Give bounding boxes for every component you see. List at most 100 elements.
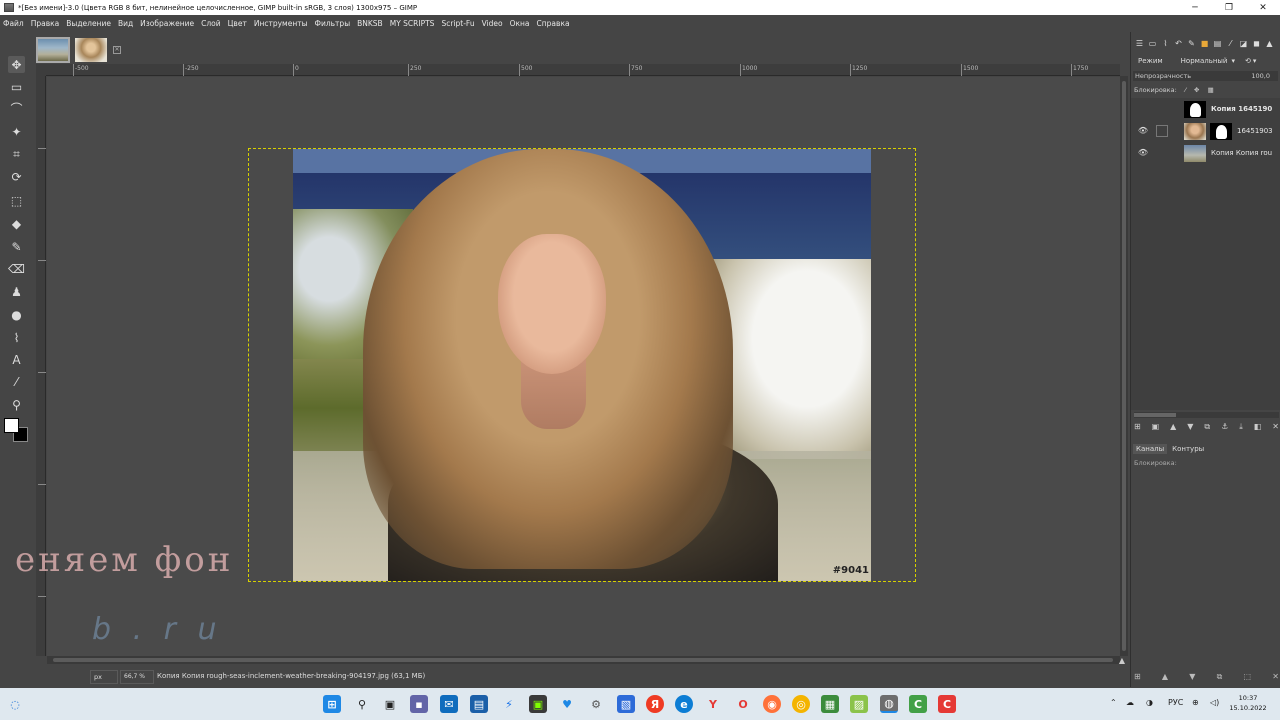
new-channel-icon[interactable]: ⊞ [1134,672,1141,686]
app-icon-lime[interactable]: ▨ [850,695,868,713]
menu-file[interactable]: Файл [3,19,24,28]
smudge-icon[interactable]: ● [8,306,25,323]
fg-bg-colors[interactable] [4,418,30,444]
bucket-fill-icon[interactable]: ◆ [8,215,25,232]
lock-position-icon[interactable]: ✥ [1194,86,1199,94]
menu-select[interactable]: Выделение [66,19,111,28]
opacity-slider[interactable]: Непрозрачность 100,0 [1133,71,1278,81]
anchor-layer-icon[interactable]: ⚓ [1221,422,1228,436]
menu-layer[interactable]: Слой [201,19,221,28]
horizontal-ruler[interactable]: -500 -250 0 250 500 750 1000 1250 1500 1… [46,64,1120,76]
menu-color[interactable]: Цвет [228,19,247,28]
new-layer-icon[interactable]: ⊞ [1134,422,1141,436]
chevron-down-icon[interactable]: ▾ [1231,57,1235,65]
language-indicator[interactable]: РУС [1168,698,1183,707]
tab-close-icon[interactable]: ✕ [113,46,121,54]
close-button[interactable]: ✕ [1246,0,1280,15]
dynamics-tab-icon[interactable]: ⁄ [1225,38,1236,49]
menu-windows[interactable]: Окна [510,19,530,28]
heart-app-icon[interactable]: ♥ [558,695,576,713]
color-picker-icon[interactable]: ⁄ [8,373,25,390]
menu-view[interactable]: Вид [118,19,133,28]
zoom-tool-icon[interactable]: ⚲ [8,396,25,413]
foreground-color-swatch[interactable] [4,418,19,433]
menu-help[interactable]: Справка [537,19,570,28]
lower-channel-icon[interactable]: ▼ [1189,672,1195,686]
layer-row[interactable]: 👁 Копия Копия rou [1131,143,1280,164]
fonts-tab-icon[interactable]: ▤ [1212,38,1223,49]
undo-tab-icon[interactable]: ↶ [1173,38,1184,49]
network-icon[interactable]: ⊕ [1192,698,1199,707]
chat-icon[interactable]: ▪ [410,695,428,713]
merge-down-icon[interactable]: ⤓ [1239,422,1243,436]
tray-chevron-icon[interactable]: ⌃ [1110,698,1117,707]
search-icon[interactable]: ⚲ [353,695,371,713]
recorder-icon[interactable]: C [938,695,956,713]
opera-icon[interactable]: O [734,695,752,713]
yandex-icon[interactable]: Y [704,695,722,713]
eraser-icon[interactable]: ⌫ [8,260,25,277]
layer-row[interactable]: 👁 16451903 [1131,121,1280,142]
gimp-taskbar-icon[interactable]: ◍ [880,695,898,713]
reset-mode-icon[interactable]: ⟲ [1245,57,1251,65]
mail-icon[interactable]: ✉ [440,695,458,713]
mask-icon[interactable]: ◧ [1254,422,1262,436]
eye-icon[interactable]: 👁 [1137,148,1149,158]
tray-app-icon[interactable]: ◑ [1146,698,1153,707]
new-layer-group-icon[interactable]: ▣ [1152,422,1160,436]
yandex-browser-icon[interactable]: Я [646,695,664,713]
mode-select[interactable]: Нормальный [1181,57,1228,65]
layer-name[interactable]: Копия 1645190 [1211,105,1279,113]
layer-row[interactable]: Копия 1645190 [1131,99,1280,120]
delete-channel-icon[interactable]: ✕ [1272,672,1279,686]
navigate-icon[interactable]: ▲ [1116,656,1128,666]
image-tab-sea[interactable] [36,37,70,63]
bolt-app-icon[interactable]: ⚡ [500,695,518,713]
settings-icon[interactable]: ⚙ [587,695,605,713]
app-icon-green[interactable]: ▦ [821,695,839,713]
gradient-tab-icon[interactable]: ◪ [1238,38,1249,49]
chain-link-icon[interactable] [1156,125,1168,137]
free-select-icon[interactable]: ⌒ [8,100,25,117]
duplicate-layer-icon[interactable]: ⧉ [1204,422,1210,436]
paintbrush-icon[interactable]: ✎ [8,238,25,255]
layers-hscrollbar[interactable] [1134,412,1279,418]
layer-name[interactable]: 16451903 [1237,127,1279,135]
canvas-hscrollbar[interactable] [47,656,1120,664]
lock-alpha-icon[interactable]: ▦ [1208,86,1214,94]
fuzzy-select-icon[interactable]: ✦ [8,123,25,140]
palette-tab-icon[interactable]: ◼ [1251,38,1262,49]
chrome-icon[interactable]: ◎ [792,695,810,713]
tab-channels[interactable]: Каналы [1133,444,1168,454]
transform-icon[interactable]: ⟳ [8,168,25,185]
canvas-vscrollbar[interactable] [1120,76,1128,656]
opacity-value[interactable]: 100,0 [1251,71,1270,81]
volume-icon[interactable]: ◁) [1210,698,1219,707]
task-view-icon[interactable]: ▣ [381,695,399,713]
path-icon[interactable]: ⌇ [8,329,25,346]
brushes-tab-icon[interactable]: ✎ [1186,38,1197,49]
photos-app-icon[interactable]: ▧ [617,695,635,713]
channels-tab-icon[interactable]: ▭ [1147,38,1158,49]
delete-layer-icon[interactable]: ✕ [1272,422,1279,436]
layer-name[interactable]: Копия Копия rou [1211,149,1279,157]
clone-icon[interactable]: ♟ [8,283,25,300]
menu-edit[interactable]: Правка [31,19,60,28]
move-tool-icon[interactable]: ✥ [8,56,25,73]
zoom-select[interactable]: 66,7 % [120,670,154,684]
maximize-button[interactable]: ❐ [1212,0,1246,15]
raise-channel-icon[interactable]: ▲ [1162,672,1168,686]
crop-icon[interactable]: ⌗ [8,146,25,163]
lower-layer-icon[interactable]: ▼ [1187,422,1193,436]
onedrive-icon[interactable]: ☁ [1126,698,1134,707]
tab-paths[interactable]: Контуры [1169,444,1207,454]
minimize-button[interactable]: ─ [1178,0,1212,15]
channel-to-selection-icon[interactable]: ⬚ [1243,672,1251,686]
layer-mask-thumbnail[interactable] [1210,123,1232,140]
duplicate-channel-icon[interactable]: ⧉ [1217,672,1223,686]
chevron-down-icon[interactable]: ▾ [1253,57,1257,65]
menu-my-scripts[interactable]: MY SCRIPTS [390,19,435,28]
menu-bnksb[interactable]: BNKSB [357,19,383,28]
patterns-tab-icon[interactable]: ■ [1199,38,1210,49]
edge-browser-icon[interactable]: e [675,695,693,713]
